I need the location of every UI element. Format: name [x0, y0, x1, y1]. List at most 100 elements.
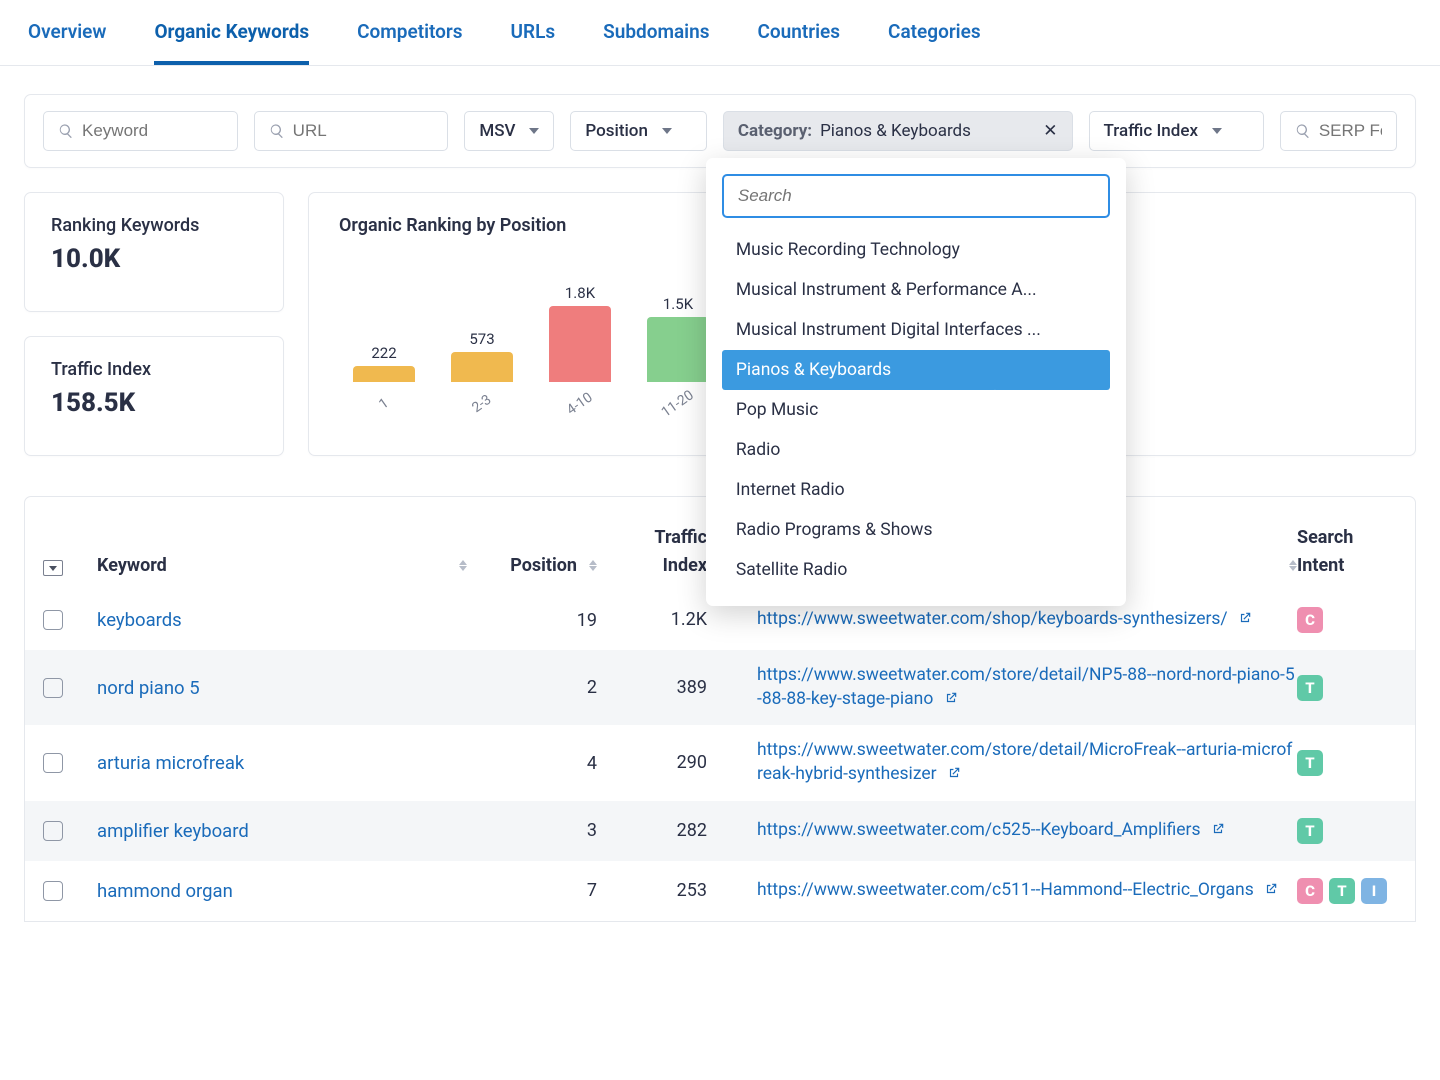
url-filter-field[interactable]	[293, 121, 434, 141]
category-option[interactable]: Musical Instrument & Performance A...	[722, 270, 1110, 310]
traffic-index-value: 282	[597, 820, 707, 842]
intent-badge-t: T	[1329, 878, 1355, 904]
category-option[interactable]: Music Recording Technology	[722, 230, 1110, 270]
tab-countries[interactable]: Countries	[758, 0, 841, 65]
external-link-icon	[1264, 882, 1278, 896]
ranking-keywords-value: 10.0K	[51, 244, 257, 274]
ranking-keywords-card: Ranking Keywords 10.0K	[24, 192, 284, 312]
category-dropdown: Music Recording TechnologyMusical Instru…	[706, 158, 1126, 606]
col-search-intent: Search Intent	[1297, 527, 1397, 576]
intent-badges: T	[1297, 750, 1397, 776]
sort-icon	[589, 560, 597, 571]
chevron-down-icon	[662, 128, 672, 134]
ranking-url-link[interactable]: https://www.sweetwater.com/store/detail/…	[757, 665, 1295, 709]
chart-bar-value: 573	[469, 330, 494, 348]
category-search-input[interactable]	[722, 174, 1110, 218]
search-icon	[1295, 123, 1311, 139]
ranking-keywords-label: Ranking Keywords	[51, 215, 257, 236]
tab-competitors[interactable]: Competitors	[357, 0, 462, 65]
row-checkbox[interactable]	[43, 678, 63, 698]
category-option[interactable]: Radio	[722, 430, 1110, 470]
keyword-link[interactable]: keyboards	[97, 609, 182, 631]
ranking-url-link[interactable]: https://www.sweetwater.com/shop/keyboard…	[757, 609, 1252, 629]
tab-urls[interactable]: URLs	[511, 0, 556, 65]
traffic-index-value: 1.2K	[597, 609, 707, 631]
intent-badges: CTI	[1297, 878, 1397, 904]
chart-bar: 1.8K4-10	[545, 284, 615, 412]
intent-badge-i: I	[1361, 878, 1387, 904]
clear-category-icon[interactable]: ✕	[1043, 121, 1057, 141]
col-search-intent-a: Search	[1297, 527, 1353, 549]
traffic-index-filter-button[interactable]: Traffic Index	[1089, 111, 1264, 151]
traffic-index-card: Traffic Index 158.5K	[24, 336, 284, 456]
msv-filter-button[interactable]: MSV	[464, 111, 554, 151]
external-link-icon	[1211, 822, 1225, 836]
col-traffic-index-label-b: Index	[663, 555, 707, 577]
chart-bar-value: 222	[371, 344, 396, 362]
chart-bar-value: 1.5K	[663, 295, 693, 313]
table-row: hammond organ7253https://www.sweetwater.…	[25, 861, 1415, 921]
category-filter-button[interactable]: Category: Pianos & Keyboards ✕ Music Rec…	[723, 111, 1073, 151]
sort-icon	[459, 560, 467, 571]
position-filter-button[interactable]: Position	[570, 111, 707, 151]
traffic-index-value: 389	[597, 677, 707, 699]
expand-all-button[interactable]	[43, 560, 63, 576]
chart-bar-rect	[647, 317, 709, 382]
tab-categories[interactable]: Categories	[888, 0, 981, 65]
chart-bar: 2221	[349, 344, 419, 412]
intent-badges: C	[1297, 607, 1397, 633]
category-option[interactable]: Radio Programs & Shows	[722, 510, 1110, 550]
table-row: arturia microfreak4290https://www.sweetw…	[25, 725, 1415, 800]
row-checkbox[interactable]	[43, 753, 63, 773]
filter-bar: MSV Position Category: Pianos & Keyboard…	[24, 94, 1416, 168]
main-tabs: Overview Organic Keywords Competitors UR…	[0, 0, 1440, 66]
serp-filter-input[interactable]	[1280, 111, 1397, 151]
category-search-field[interactable]	[738, 186, 1094, 206]
position-value: 2	[467, 677, 597, 698]
col-search-intent-b: Intent	[1297, 555, 1344, 577]
ranking-url-link[interactable]: https://www.sweetwater.com/store/detail/…	[757, 740, 1292, 784]
serp-filter-field[interactable]	[1319, 121, 1382, 141]
category-option[interactable]: Musical Instrument Digital Interfaces ..…	[722, 310, 1110, 350]
sort-icon	[1289, 560, 1297, 571]
traffic-index-value: 290	[597, 752, 707, 774]
category-option[interactable]: Pianos & Keyboards	[722, 350, 1110, 390]
search-icon	[269, 123, 285, 139]
keyword-filter-input[interactable]	[43, 111, 238, 151]
traffic-index-stat-value: 158.5K	[51, 388, 257, 418]
category-option[interactable]: Satellite Radio	[722, 550, 1110, 590]
category-option[interactable]: Pop Music	[722, 390, 1110, 430]
keyword-filter-field[interactable]	[82, 121, 223, 141]
keyword-link[interactable]: amplifier keyboard	[97, 820, 249, 842]
chevron-down-icon	[49, 566, 57, 571]
chart-bar-rect	[353, 366, 415, 382]
position-value: 3	[467, 820, 597, 841]
row-checkbox[interactable]	[43, 881, 63, 901]
traffic-index-label: Traffic Index	[1104, 121, 1198, 141]
tab-organic-keywords[interactable]: Organic Keywords	[154, 0, 309, 65]
tab-subdomains[interactable]: Subdomains	[603, 0, 709, 65]
col-position[interactable]: Position	[467, 555, 597, 576]
table-row: nord piano 5 2389 https://www.sweetwater.c…	[25, 650, 1415, 725]
table-row: amplifier keyboard 3282 https://www.sweetw…	[25, 801, 1415, 861]
intent-badges: T	[1297, 675, 1397, 701]
col-traffic-index[interactable]: Traffic Index	[597, 527, 707, 576]
category-prefix: Category:	[738, 121, 812, 141]
url-filter-input[interactable]	[254, 111, 449, 151]
keyword-link[interactable]: hammond organ	[97, 880, 233, 902]
row-checkbox[interactable]	[43, 821, 63, 841]
category-option[interactable]: Internet Radio	[722, 470, 1110, 510]
chart-bar-value: 1.8K	[565, 284, 595, 302]
row-checkbox[interactable]	[43, 610, 63, 630]
keyword-link[interactable]: nord piano 5	[97, 677, 200, 699]
traffic-index-value: 253	[597, 880, 707, 902]
keyword-link[interactable]: arturia microfreak	[97, 752, 244, 774]
chart-bar: 1.5K11-20	[643, 295, 713, 412]
ranking-url-link[interactable]: https://www.sweetwater.com/c511--Hammond…	[757, 880, 1278, 900]
chevron-down-icon	[529, 128, 539, 134]
external-link-icon	[947, 766, 961, 780]
col-keyword[interactable]: Keyword	[97, 555, 467, 576]
search-icon	[58, 123, 74, 139]
tab-overview[interactable]: Overview	[28, 0, 106, 65]
ranking-url-link[interactable]: https://www.sweetwater.com/c525--Keyboar…	[757, 820, 1225, 840]
